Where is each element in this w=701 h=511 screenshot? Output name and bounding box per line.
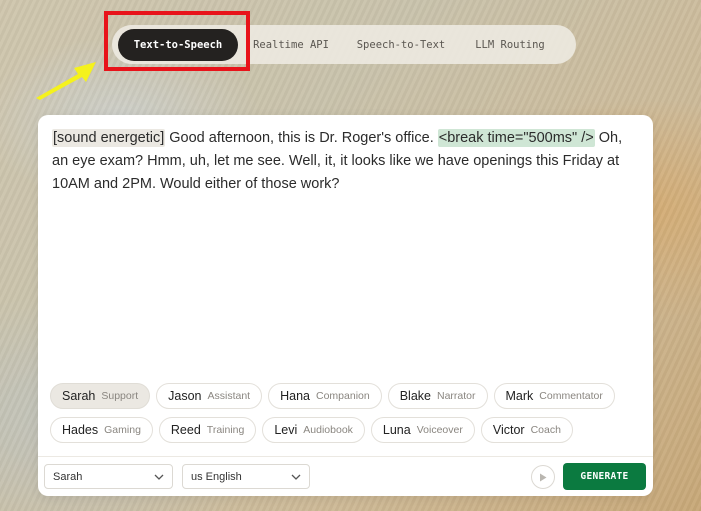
voice-name: Reed — [170, 423, 201, 437]
voice-name: Mark — [505, 389, 534, 403]
voice-chip-sarah[interactable]: Sarah Support — [50, 383, 151, 409]
chevron-down-icon — [291, 474, 301, 480]
play-icon — [540, 473, 547, 481]
voice-role: Commentator — [539, 390, 603, 402]
language-select-value: us English — [191, 470, 242, 483]
voice-role: Assistant — [207, 390, 251, 402]
voice-select-value: Sarah — [53, 470, 83, 483]
sound-tag: [sound energetic] — [52, 129, 166, 147]
annotation-arrow-icon — [36, 62, 96, 100]
voice-role: Voiceover — [416, 424, 463, 436]
voice-role: Coach — [530, 424, 561, 436]
voice-chip-luna[interactable]: Luna Voiceover — [370, 417, 475, 443]
script-text-part-1: Good afternoon, this is Dr. Roger's offi… — [165, 130, 438, 146]
voice-chip-jason[interactable]: Jason Assistant — [156, 383, 263, 409]
voice-list: Sarah Support Jason Assistant Hana Compa… — [50, 383, 646, 451]
chevron-down-icon — [154, 474, 164, 480]
voice-chip-hana[interactable]: Hana Companion — [268, 383, 382, 409]
tts-card: [sound energetic] Good afternoon, this i… — [38, 115, 653, 496]
voice-role: Companion — [316, 390, 370, 402]
voice-name: Sarah — [62, 389, 96, 403]
voice-role: Audiobook — [303, 424, 353, 436]
voice-role: Gaming — [104, 424, 141, 436]
voice-chip-mark[interactable]: Mark Commentator — [493, 383, 615, 409]
voice-chip-reed[interactable]: Reed Training — [158, 417, 257, 443]
language-select[interactable]: us English — [182, 464, 310, 489]
tab-speech-to-text[interactable]: Speech-to-Text — [340, 29, 462, 61]
voice-chip-levi[interactable]: Levi Audiobook — [262, 417, 365, 443]
voice-chip-victor[interactable]: Victor Coach — [480, 417, 573, 443]
voice-role: Narrator — [436, 390, 476, 402]
tab-realtime-api[interactable]: Realtime API — [242, 29, 340, 61]
voice-role: Support — [101, 390, 139, 402]
voice-row: Sarah Support Jason Assistant Hana Compa… — [50, 383, 646, 409]
voice-row: Hades Gaming Reed Training Levi Audioboo… — [50, 417, 646, 443]
voice-name: Hades — [62, 423, 99, 437]
break-tag: <break time="500ms" /> — [437, 129, 595, 147]
voice-select[interactable]: Sarah — [44, 464, 173, 489]
play-button[interactable] — [531, 465, 555, 489]
voice-name: Luna — [382, 423, 411, 437]
script-editor[interactable]: [sound energetic] Good afternoon, this i… — [52, 127, 642, 196]
voice-name: Hana — [280, 389, 310, 403]
generate-button[interactable]: GENERATE — [563, 463, 646, 490]
voice-name: Jason — [168, 389, 202, 403]
voice-name: Blake — [399, 389, 431, 403]
voice-name: Victor — [492, 423, 525, 437]
tab-llm-routing[interactable]: LLM Routing — [462, 29, 558, 61]
annotation-highlight-box — [104, 11, 250, 71]
voice-chip-hades[interactable]: Hades Gaming — [50, 417, 153, 443]
footer-divider — [38, 456, 653, 457]
voice-role: Training — [206, 424, 245, 436]
voice-chip-blake[interactable]: Blake Narrator — [387, 383, 488, 409]
voice-name: Levi — [274, 423, 298, 437]
